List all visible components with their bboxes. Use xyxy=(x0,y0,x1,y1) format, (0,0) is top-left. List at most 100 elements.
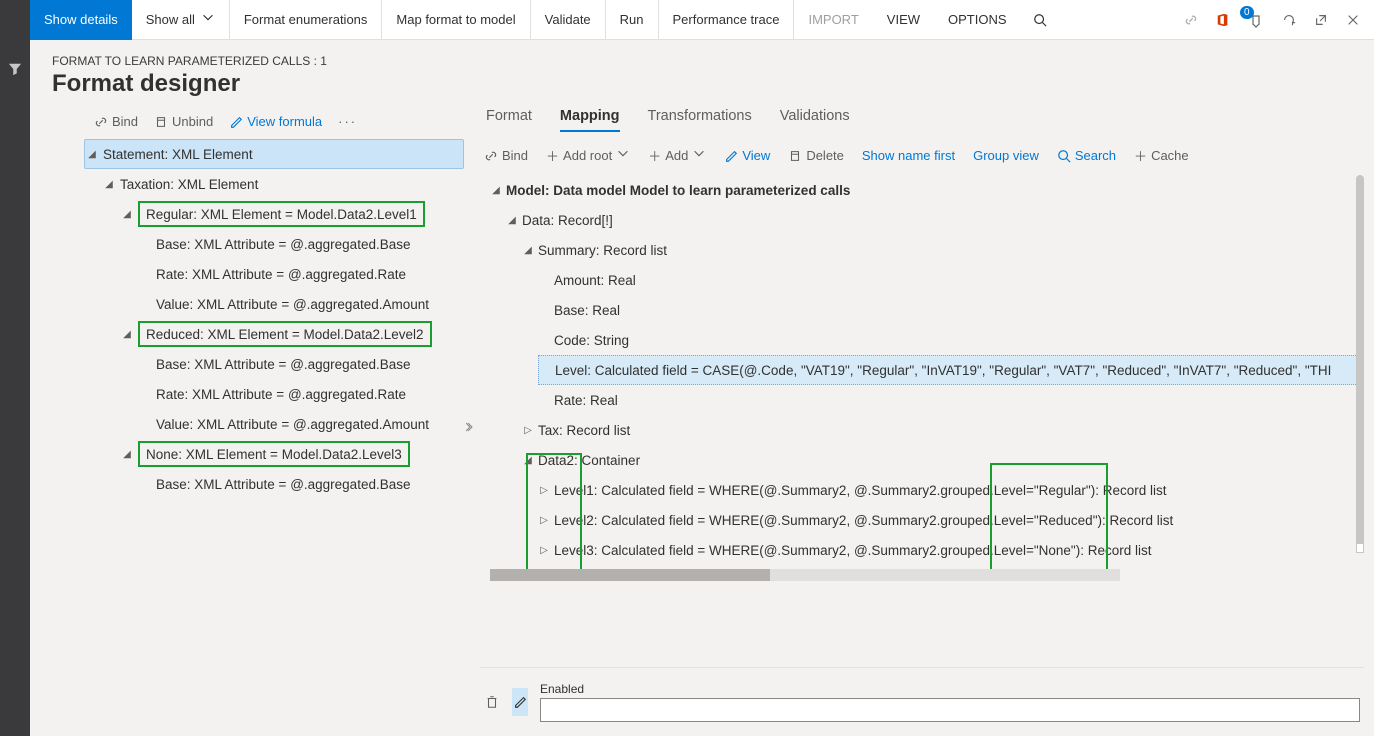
enabled-label: Enabled xyxy=(540,682,1360,698)
tree-row-reduced-value[interactable]: Value: XML Attribute = @.aggregated.Amou… xyxy=(138,409,464,439)
collapse-icon[interactable]: ◢ xyxy=(490,185,502,196)
map-row-data2[interactable]: ◢Data2: Container xyxy=(522,445,1364,475)
collapse-icon[interactable]: ◢ xyxy=(102,179,116,190)
search-button[interactable]: Search xyxy=(1057,148,1116,163)
tree-row-statement[interactable]: ◢ Statement: XML Element xyxy=(84,139,464,169)
notification-badge: 0 xyxy=(1240,6,1254,19)
bind-button[interactable]: Bind xyxy=(484,148,528,163)
format-enumerations-button[interactable]: Format enumerations xyxy=(230,0,383,40)
cache-button[interactable]: ＋Cache xyxy=(1134,146,1189,165)
show-all-label: Show all xyxy=(146,12,195,27)
expand-icon[interactable]: ▷ xyxy=(538,545,550,556)
popout-icon[interactable] xyxy=(1314,13,1328,27)
action-bar: Show details Show all Format enumeration… xyxy=(30,0,1374,40)
map-row-amount[interactable]: Amount: Real xyxy=(538,265,1364,295)
view-button[interactable]: View xyxy=(724,148,770,163)
refresh-icon[interactable] xyxy=(1282,13,1296,27)
collapse-icon[interactable]: ◢ xyxy=(522,455,534,466)
view-formula-button[interactable]: View formula xyxy=(229,114,322,129)
group-view-button[interactable]: Group view xyxy=(973,148,1039,163)
filter-icon[interactable] xyxy=(8,62,22,76)
format-toolbar: Bind Unbind View formula ··· xyxy=(42,108,470,139)
view-menu-button[interactable]: VIEW xyxy=(873,0,934,40)
close-icon[interactable] xyxy=(1346,13,1360,27)
chevron-down-icon xyxy=(616,146,630,163)
options-menu-button[interactable]: OPTIONS xyxy=(934,0,1021,40)
collapse-icon[interactable]: ◢ xyxy=(522,245,534,256)
map-row-level[interactable]: Level: Calculated field = CASE(@.Code, "… xyxy=(538,355,1364,385)
breadcrumb: FORMAT TO LEARN PARAMETERIZED CALLS : 1 xyxy=(30,40,1374,70)
collapse-icon[interactable]: ◢ xyxy=(120,209,134,220)
show-all-button[interactable]: Show all xyxy=(132,0,230,40)
highlight-regular: Regular: XML Element = Model.Data2.Level… xyxy=(138,201,425,227)
plus-icon: ＋ xyxy=(546,146,559,165)
tree-row-regular-value[interactable]: Value: XML Attribute = @.aggregated.Amou… xyxy=(138,289,464,319)
tree-row-reduced[interactable]: ◢ Reduced: XML Element = Model.Data2.Lev… xyxy=(120,319,464,349)
tab-format[interactable]: Format xyxy=(486,108,532,132)
map-row-level1[interactable]: ▷Level1: Calculated field = WHERE(@.Summ… xyxy=(538,475,1364,505)
collapse-icon[interactable]: ◢ xyxy=(120,449,134,460)
map-row-data[interactable]: ◢Data: Record[!] xyxy=(506,205,1364,235)
show-name-first-button[interactable]: Show name first xyxy=(862,148,955,163)
mapping-toolbar: Bind ＋Add root ＋Add View xyxy=(480,140,1364,175)
tab-validations[interactable]: Validations xyxy=(780,108,850,132)
delete-button[interactable]: Delete xyxy=(788,148,844,163)
highlight-reduced: Reduced: XML Element = Model.Data2.Level… xyxy=(138,321,432,347)
tree-row-none-base[interactable]: Base: XML Attribute = @.aggregated.Base xyxy=(138,469,464,499)
notification-icon[interactable]: 0 xyxy=(1248,12,1264,28)
expand-icon[interactable]: ▷ xyxy=(522,425,534,436)
map-format-to-model-button[interactable]: Map format to model xyxy=(382,0,530,40)
chevron-down-icon xyxy=(692,146,706,163)
plus-icon: ＋ xyxy=(648,146,661,165)
tab-mapping[interactable]: Mapping xyxy=(560,108,620,132)
map-row-rate[interactable]: Rate: Real xyxy=(538,385,1364,415)
map-row-base[interactable]: Base: Real xyxy=(538,295,1364,325)
tree-row-regular-base[interactable]: Base: XML Attribute = @.aggregated.Base xyxy=(138,229,464,259)
collapse-icon[interactable]: ◢ xyxy=(506,215,518,226)
office-icon[interactable] xyxy=(1216,13,1230,27)
tree-row-reduced-base[interactable]: Base: XML Attribute = @.aggregated.Base xyxy=(138,349,464,379)
map-row-code[interactable]: Code: String xyxy=(538,325,1364,355)
left-rail xyxy=(0,0,30,736)
horizontal-scrollbar[interactable] xyxy=(490,569,1120,581)
bind-button[interactable]: Bind xyxy=(94,114,138,129)
map-row-level2[interactable]: ▷Level2: Calculated field = WHERE(@.Summ… xyxy=(538,505,1364,535)
link-icon[interactable] xyxy=(1184,13,1198,27)
performance-trace-button[interactable]: Performance trace xyxy=(659,0,795,40)
map-row-level3[interactable]: ▷Level3: Calculated field = WHERE(@.Summ… xyxy=(538,535,1364,565)
add-root-button[interactable]: ＋Add root xyxy=(546,146,630,165)
add-button[interactable]: ＋Add xyxy=(648,146,706,165)
edit-property-button[interactable] xyxy=(512,688,528,716)
unbind-button[interactable]: Unbind xyxy=(154,114,213,129)
tree-row-none[interactable]: ◢ None: XML Element = Model.Data2.Level3 xyxy=(120,439,464,469)
expand-icon[interactable]: ▷ xyxy=(538,515,550,526)
chevron-down-icon xyxy=(201,10,215,27)
vertical-scrollbar[interactable] xyxy=(1356,175,1364,553)
page-title: Format designer xyxy=(30,70,1374,108)
plus-icon: ＋ xyxy=(1134,146,1147,165)
delete-property-button[interactable] xyxy=(484,688,500,716)
enabled-input[interactable] xyxy=(540,698,1360,722)
tree-row-regular[interactable]: ◢ Regular: XML Element = Model.Data2.Lev… xyxy=(120,199,464,229)
highlight-none: None: XML Element = Model.Data2.Level3 xyxy=(138,441,410,467)
collapse-icon[interactable]: ◢ xyxy=(120,329,134,340)
tree-row-reduced-rate[interactable]: Rate: XML Attribute = @.aggregated.Rate xyxy=(138,379,464,409)
collapse-icon[interactable]: ◢ xyxy=(85,149,99,160)
expand-icon[interactable]: ▷ xyxy=(538,485,550,496)
map-row-summary[interactable]: ◢Summary: Record list xyxy=(522,235,1364,265)
property-pane: Enabled xyxy=(480,667,1364,736)
scroll-thumb[interactable] xyxy=(1356,543,1364,553)
splitter-handle-icon[interactable] xyxy=(466,420,474,428)
tree-row-taxation[interactable]: ◢ Taxation: XML Element xyxy=(102,169,464,199)
map-row-model[interactable]: ◢Model: Data model Model to learn parame… xyxy=(490,175,1364,205)
mapping-tabs: Format Mapping Transformations Validatio… xyxy=(482,108,1364,140)
scroll-thumb[interactable] xyxy=(490,569,770,581)
show-details-button[interactable]: Show details xyxy=(30,0,132,40)
map-row-tax[interactable]: ▷Tax: Record list xyxy=(522,415,1364,445)
more-button[interactable]: ··· xyxy=(338,114,357,129)
tree-row-regular-rate[interactable]: Rate: XML Attribute = @.aggregated.Rate xyxy=(138,259,464,289)
validate-button[interactable]: Validate xyxy=(531,0,606,40)
search-button[interactable] xyxy=(1021,0,1059,40)
run-button[interactable]: Run xyxy=(606,0,659,40)
tab-transformations[interactable]: Transformations xyxy=(648,108,752,132)
